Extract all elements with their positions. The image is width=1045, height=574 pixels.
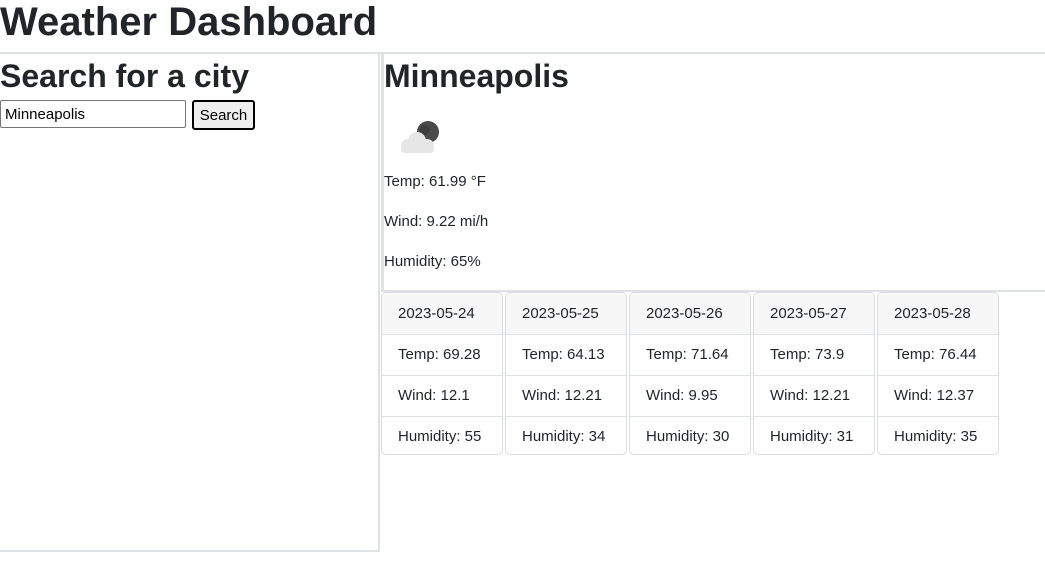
forecast-card: 2023-05-28 Temp: 76.44 Wind: 12.37 Humid… bbox=[877, 292, 999, 455]
forecast-humidity: Humidity: 31 bbox=[770, 428, 854, 445]
forecast-card: 2023-05-26 Temp: 71.64 Wind: 9.95 Humidi… bbox=[629, 292, 751, 455]
current-weather-panel: Minneapolis Temp: 61.99 °F Wind: 9.22 mi… bbox=[381, 54, 1045, 292]
forecast-temp: Temp: 69.28 bbox=[382, 335, 502, 376]
forecast-card: 2023-05-24 Temp: 69.28 Wind: 12.1 Humidi… bbox=[381, 292, 503, 455]
partly-cloudy-night-icon bbox=[401, 121, 439, 153]
forecast-date: 2023-05-26 bbox=[630, 293, 750, 335]
city-search-input[interactable] bbox=[0, 100, 186, 128]
forecast-temp: Temp: 71.64 bbox=[630, 335, 750, 376]
search-button[interactable]: Search bbox=[192, 100, 255, 130]
forecast-date: 2023-05-24 bbox=[382, 293, 502, 335]
forecast-date: 2023-05-27 bbox=[754, 293, 874, 335]
current-wind: Wind: 9.22 mi/h bbox=[384, 213, 489, 230]
forecast-humidity: Humidity: 55 bbox=[398, 428, 482, 445]
forecast-date: 2023-05-25 bbox=[506, 293, 626, 335]
forecast-temp: Temp: 64.13 bbox=[506, 335, 626, 376]
forecast-wind: Wind: 12.37 bbox=[878, 376, 998, 417]
forecast-date: 2023-05-28 bbox=[878, 293, 998, 335]
forecast-humidity: Humidity: 30 bbox=[646, 428, 730, 445]
current-temp: Temp: 61.99 °F bbox=[384, 173, 486, 190]
forecast-humidity: Humidity: 34 bbox=[522, 428, 606, 445]
search-panel: Search for a city Search bbox=[0, 54, 380, 552]
forecast-temp: Temp: 76.44 bbox=[878, 335, 998, 376]
search-title: Search for a city bbox=[0, 58, 249, 94]
forecast-humidity: Humidity: 35 bbox=[894, 428, 978, 445]
page-title: Weather Dashboard bbox=[0, 0, 378, 44]
forecast-card: 2023-05-25 Temp: 64.13 Wind: 12.21 Humid… bbox=[505, 292, 627, 455]
forecast-card: 2023-05-27 Temp: 73.9 Wind: 12.21 Humidi… bbox=[753, 292, 875, 455]
city-name: Minneapolis bbox=[384, 58, 569, 94]
current-humidity: Humidity: 65% bbox=[384, 253, 481, 270]
forecast-wind: Wind: 9.95 bbox=[630, 376, 750, 417]
forecast-wind: Wind: 12.1 bbox=[382, 376, 502, 417]
forecast-temp: Temp: 73.9 bbox=[754, 335, 874, 376]
forecast-wind: Wind: 12.21 bbox=[754, 376, 874, 417]
forecast-wind: Wind: 12.21 bbox=[506, 376, 626, 417]
forecast-cards: 2023-05-24 Temp: 69.28 Wind: 12.1 Humidi… bbox=[381, 292, 1001, 457]
